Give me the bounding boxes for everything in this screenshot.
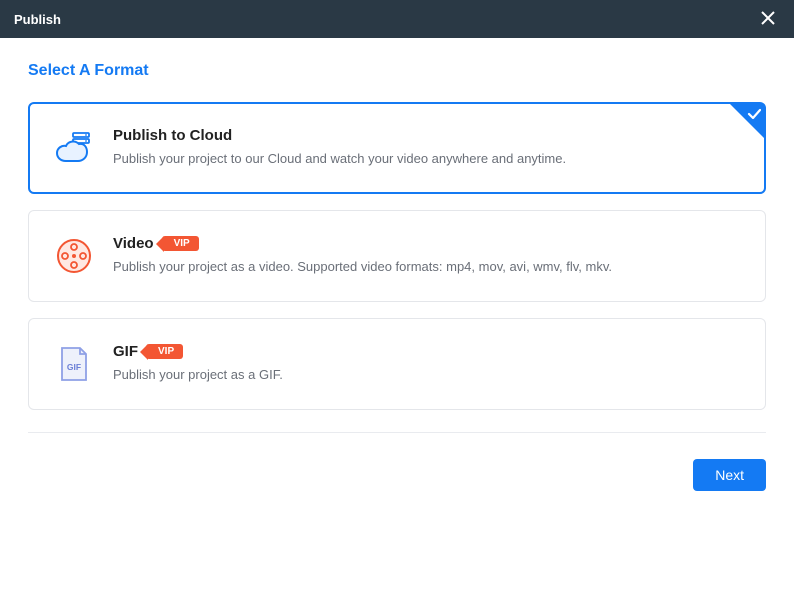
- vip-badge: VIP: [162, 236, 199, 251]
- option-publish-cloud[interactable]: Publish to Cloud Publish your project to…: [28, 102, 766, 194]
- option-title: Publish to Cloud: [113, 127, 232, 144]
- close-icon[interactable]: [756, 9, 780, 30]
- cloud-icon: [53, 127, 95, 169]
- option-gif[interactable]: GIF GIF VIP Publish your project as a GI…: [28, 318, 766, 410]
- window-title: Publish: [14, 12, 61, 27]
- option-title: GIF: [113, 343, 138, 360]
- option-title: Video: [113, 235, 154, 252]
- divider: [28, 432, 766, 433]
- film-reel-icon: [53, 235, 95, 277]
- option-desc: Publish your project as a video. Support…: [113, 258, 741, 276]
- option-video[interactable]: Video VIP Publish your project as a vide…: [28, 210, 766, 302]
- gif-file-label: GIF: [67, 362, 81, 372]
- page-heading: Select A Format: [28, 62, 766, 80]
- option-desc: Publish your project to our Cloud and wa…: [113, 150, 741, 168]
- titlebar: Publish: [0, 0, 794, 38]
- vip-badge: VIP: [146, 344, 183, 359]
- option-desc: Publish your project as a GIF.: [113, 366, 741, 384]
- selected-check-icon: [730, 104, 764, 138]
- gif-file-icon: GIF: [53, 343, 95, 385]
- next-button[interactable]: Next: [693, 459, 766, 491]
